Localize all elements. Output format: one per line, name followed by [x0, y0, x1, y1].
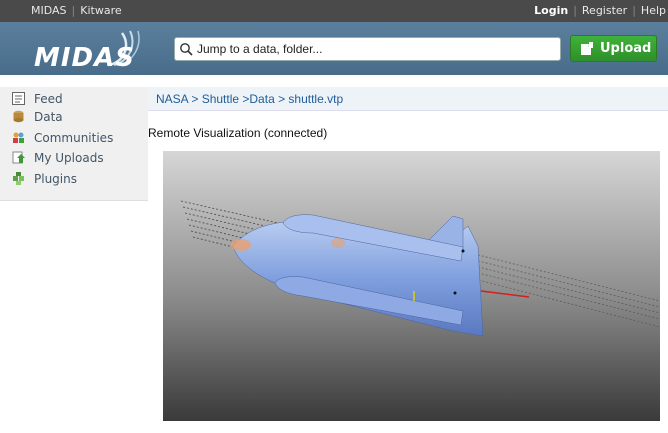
- viewer-title: Remote Visualization (connected): [148, 126, 328, 140]
- midas-logo[interactable]: MIDAS: [30, 25, 150, 73]
- login-link[interactable]: Login: [534, 4, 568, 17]
- register-link[interactable]: Register: [582, 4, 627, 17]
- vendor-link[interactable]: Kitware: [80, 4, 121, 17]
- upload-label: Upload: [600, 41, 652, 56]
- communities-icon: [13, 132, 24, 143]
- upload-icon: [581, 42, 593, 55]
- visualization-viewport[interactable]: [163, 151, 660, 421]
- data-icon: [13, 110, 24, 123]
- breadcrumb-path[interactable]: NASA > Shuttle >Data > shuttle.vtp: [156, 92, 343, 106]
- topbar-right: Login | Register | Help: [534, 4, 666, 17]
- sidebar: Feed Data Communities My Uploads Plugins: [0, 87, 148, 201]
- topbar-left: MIDAS | Kitware: [31, 4, 122, 17]
- plugins-icon: [13, 172, 24, 185]
- search-icon: [180, 43, 193, 56]
- shuttle-render: [180, 200, 660, 337]
- brand-link[interactable]: MIDAS: [31, 4, 67, 17]
- logo-text: MIDAS: [34, 43, 135, 73]
- sidebar-item-label: Plugins: [34, 172, 77, 186]
- help-link[interactable]: Help: [641, 4, 666, 17]
- upload-button[interactable]: Upload: [570, 35, 657, 62]
- uploads-icon: [12, 151, 25, 164]
- sidebar-item-label: Communities: [34, 131, 114, 145]
- search-placeholder: Jump to a data, folder...: [197, 42, 323, 56]
- search-input[interactable]: Jump to a data, folder...: [174, 37, 561, 61]
- breadcrumb: NASA > Shuttle >Data > shuttle.vtp: [148, 87, 668, 111]
- header: MIDAS Jump to a data, folder... Upload: [0, 22, 668, 75]
- sidebar-item-label: My Uploads: [34, 151, 104, 165]
- sidebar-item-label: Data: [34, 110, 63, 124]
- feed-icon: [12, 92, 25, 105]
- top-bar: MIDAS | Kitware Login | Register | Help: [0, 0, 668, 22]
- sidebar-item-label: Feed: [34, 92, 63, 106]
